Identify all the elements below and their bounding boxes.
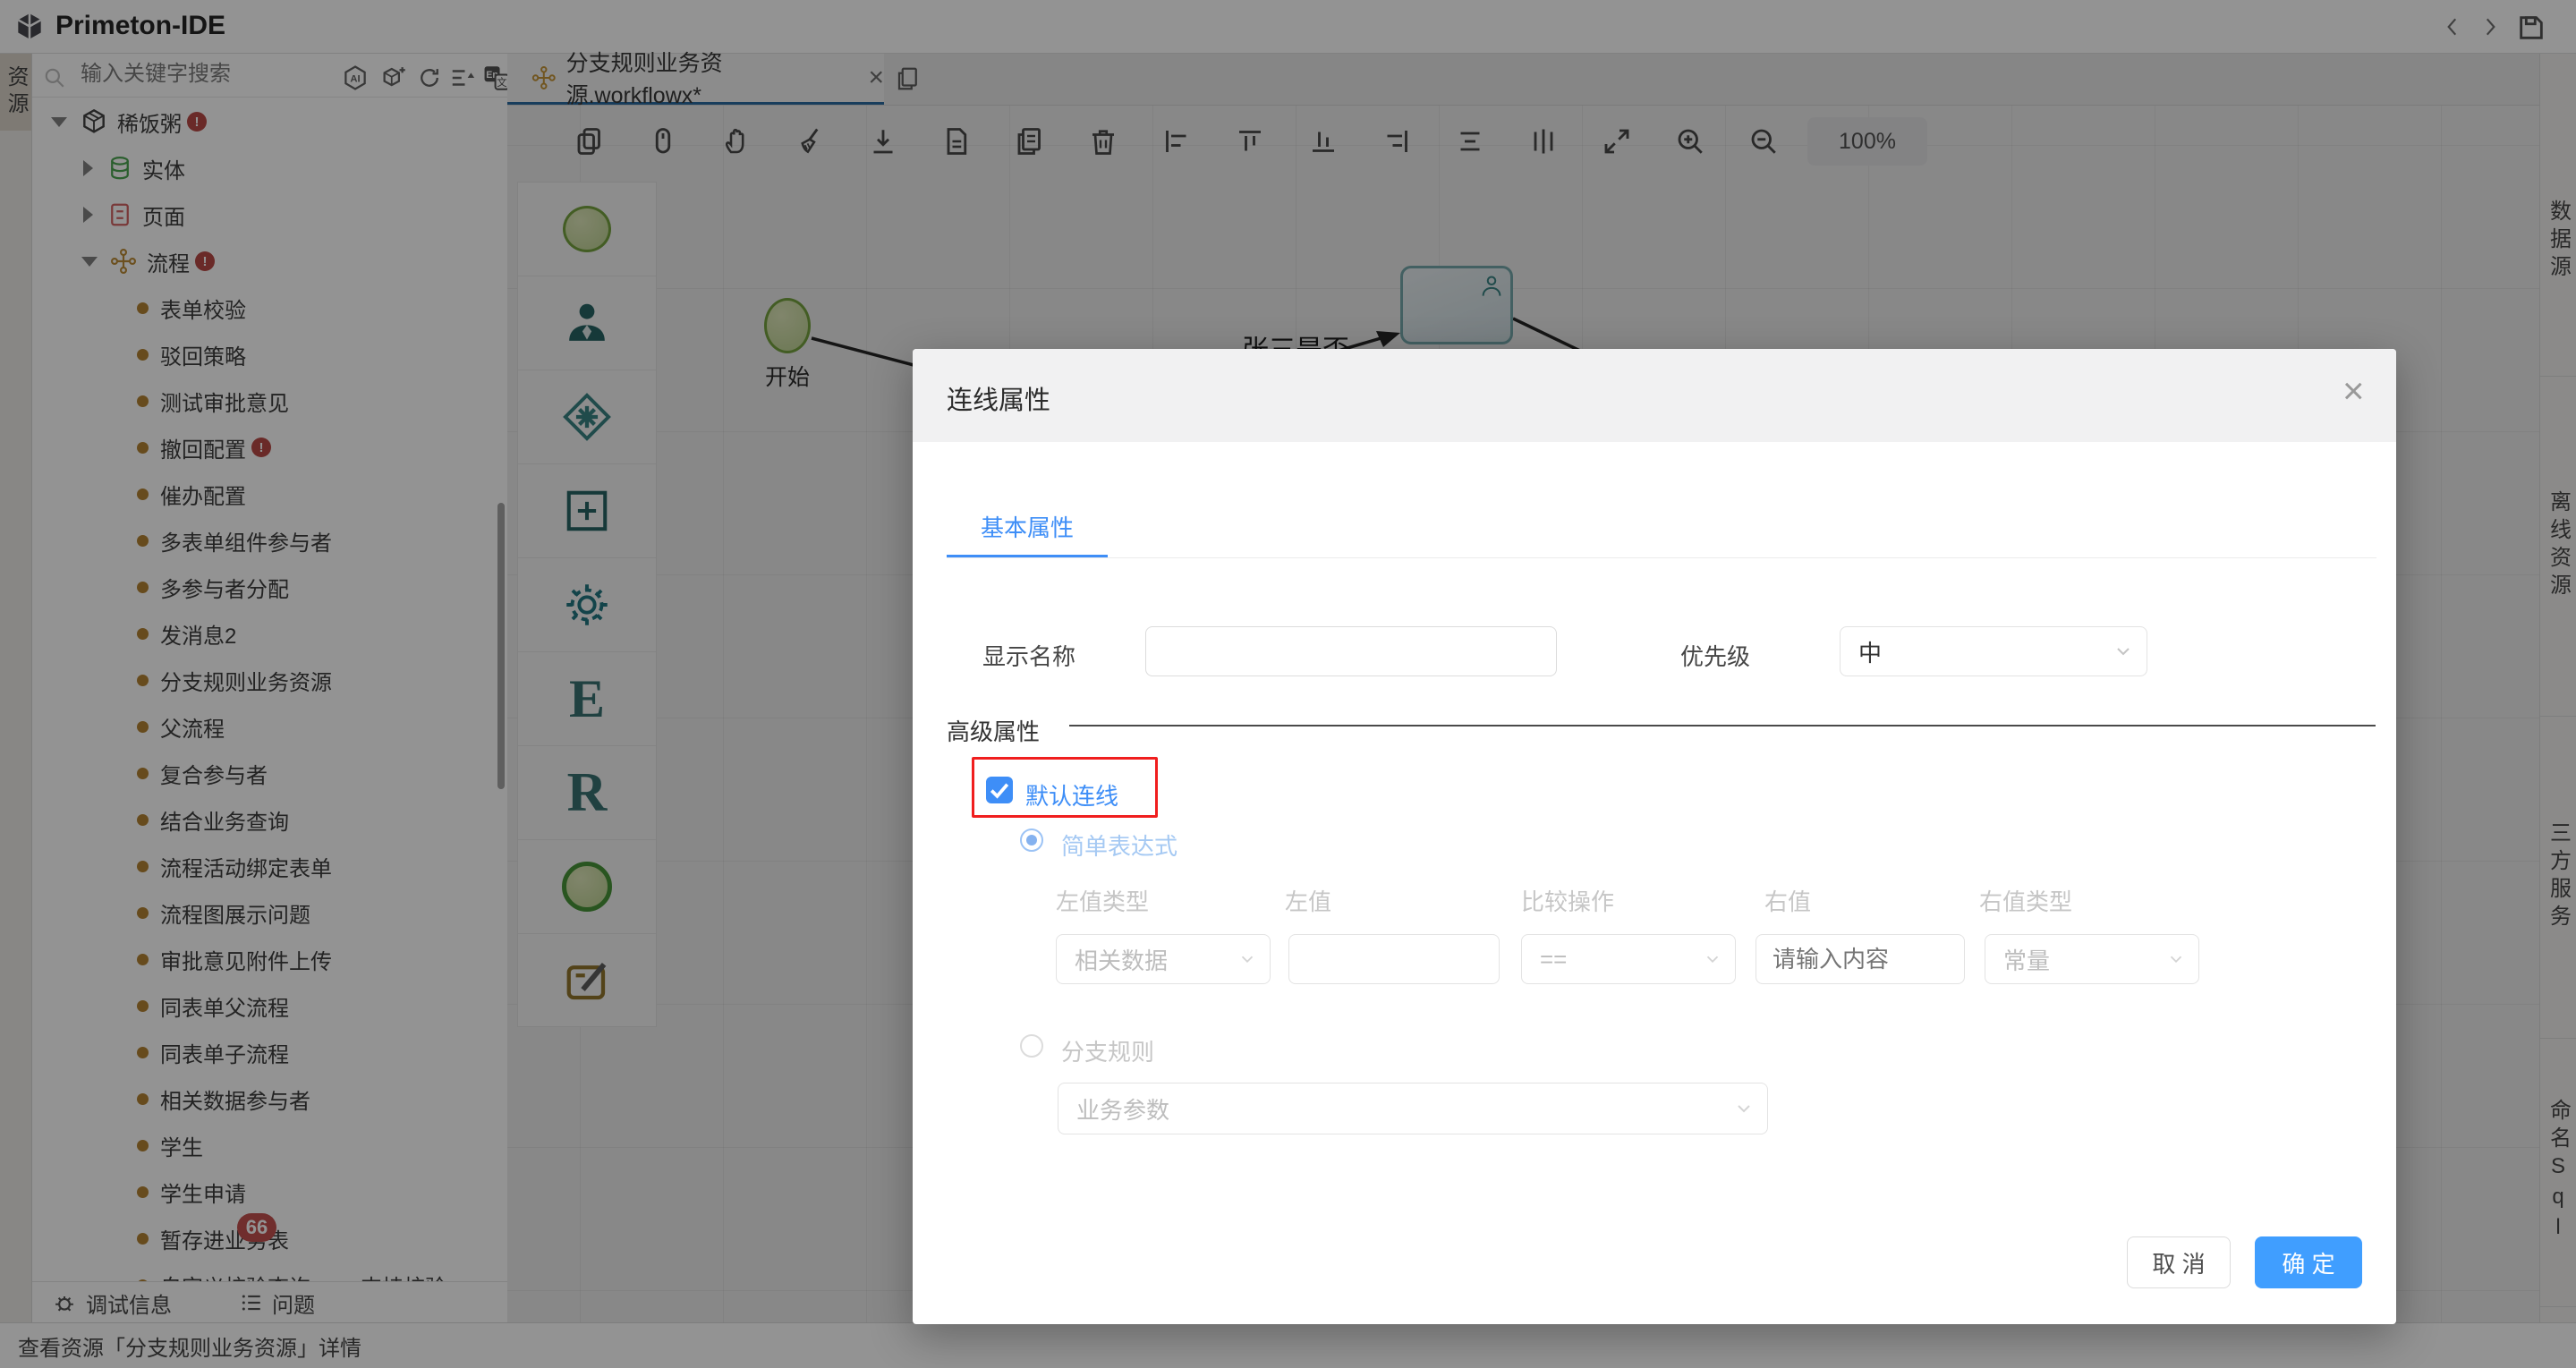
tab-basic-properties[interactable]: 基本属性 [947, 501, 1108, 551]
priority-label: 优先级 [1680, 643, 1751, 670]
operator-select[interactable]: == [1521, 934, 1736, 984]
chevron-down-icon [2117, 648, 2130, 656]
app-window: Primeton-IDE 资源 AI [0, 0, 2576, 1368]
left-type-column-label: 左值类型 [1056, 888, 1150, 915]
right-value-input[interactable] [1756, 934, 1965, 984]
check-icon [990, 783, 1009, 799]
left-value-column-label: 左值 [1285, 888, 1332, 915]
default-line-checkbox[interactable] [986, 777, 1013, 803]
branch-param-value: 业务参数 [1076, 1096, 1170, 1124]
chevron-down-icon [1738, 1105, 1750, 1113]
right-type-value: 常量 [2003, 947, 2051, 974]
tab-bar-baseline [947, 557, 2376, 558]
simple-expression-radio[interactable] [1020, 828, 1043, 852]
left-type-value: 相关数据 [1075, 947, 1169, 974]
chevron-down-icon [2170, 956, 2182, 964]
left-type-select[interactable]: 相关数据 [1056, 934, 1271, 984]
display-name-input[interactable] [1145, 626, 1557, 676]
simple-expression-label[interactable]: 简单表达式 [1061, 828, 1177, 862]
dialog-title: 连线属性 [947, 387, 1051, 415]
ok-button[interactable]: 确 定 [2255, 1236, 2362, 1288]
chevron-down-icon [1241, 956, 1254, 964]
branch-rule-radio[interactable] [1020, 1034, 1043, 1058]
operator-column-label: 比较操作 [1521, 888, 1615, 915]
left-value-input[interactable] [1288, 934, 1500, 984]
right-type-column-label: 右值类型 [1979, 888, 2073, 915]
branch-param-select[interactable]: 业务参数 [1058, 1083, 1768, 1134]
radio-dot [1026, 835, 1037, 845]
chevron-down-icon [1706, 956, 1719, 964]
right-value-column-label: 右值 [1764, 888, 1812, 915]
right-type-select[interactable]: 常量 [1985, 934, 2199, 984]
branch-rule-label[interactable]: 分支规则 [1061, 1034, 1154, 1067]
dialog-close-icon[interactable]: × [2342, 372, 2365, 410]
edge-properties-dialog: 连线属性 × 基本属性 显示名称 优先级 中 高级属性 默认连线 简单表达式 左… [913, 349, 2396, 1324]
section-divider [1069, 725, 2376, 726]
dialog-header [913, 349, 2396, 442]
cancel-button[interactable]: 取 消 [2127, 1236, 2231, 1288]
advanced-section-title: 高级属性 [947, 718, 1041, 745]
default-line-label[interactable]: 默认连线 [1025, 778, 1118, 811]
priority-select[interactable]: 中 [1840, 626, 2147, 676]
display-name-label: 显示名称 [982, 643, 1076, 670]
priority-value: 中 [1858, 639, 1883, 667]
operator-value: == [1540, 945, 1568, 973]
